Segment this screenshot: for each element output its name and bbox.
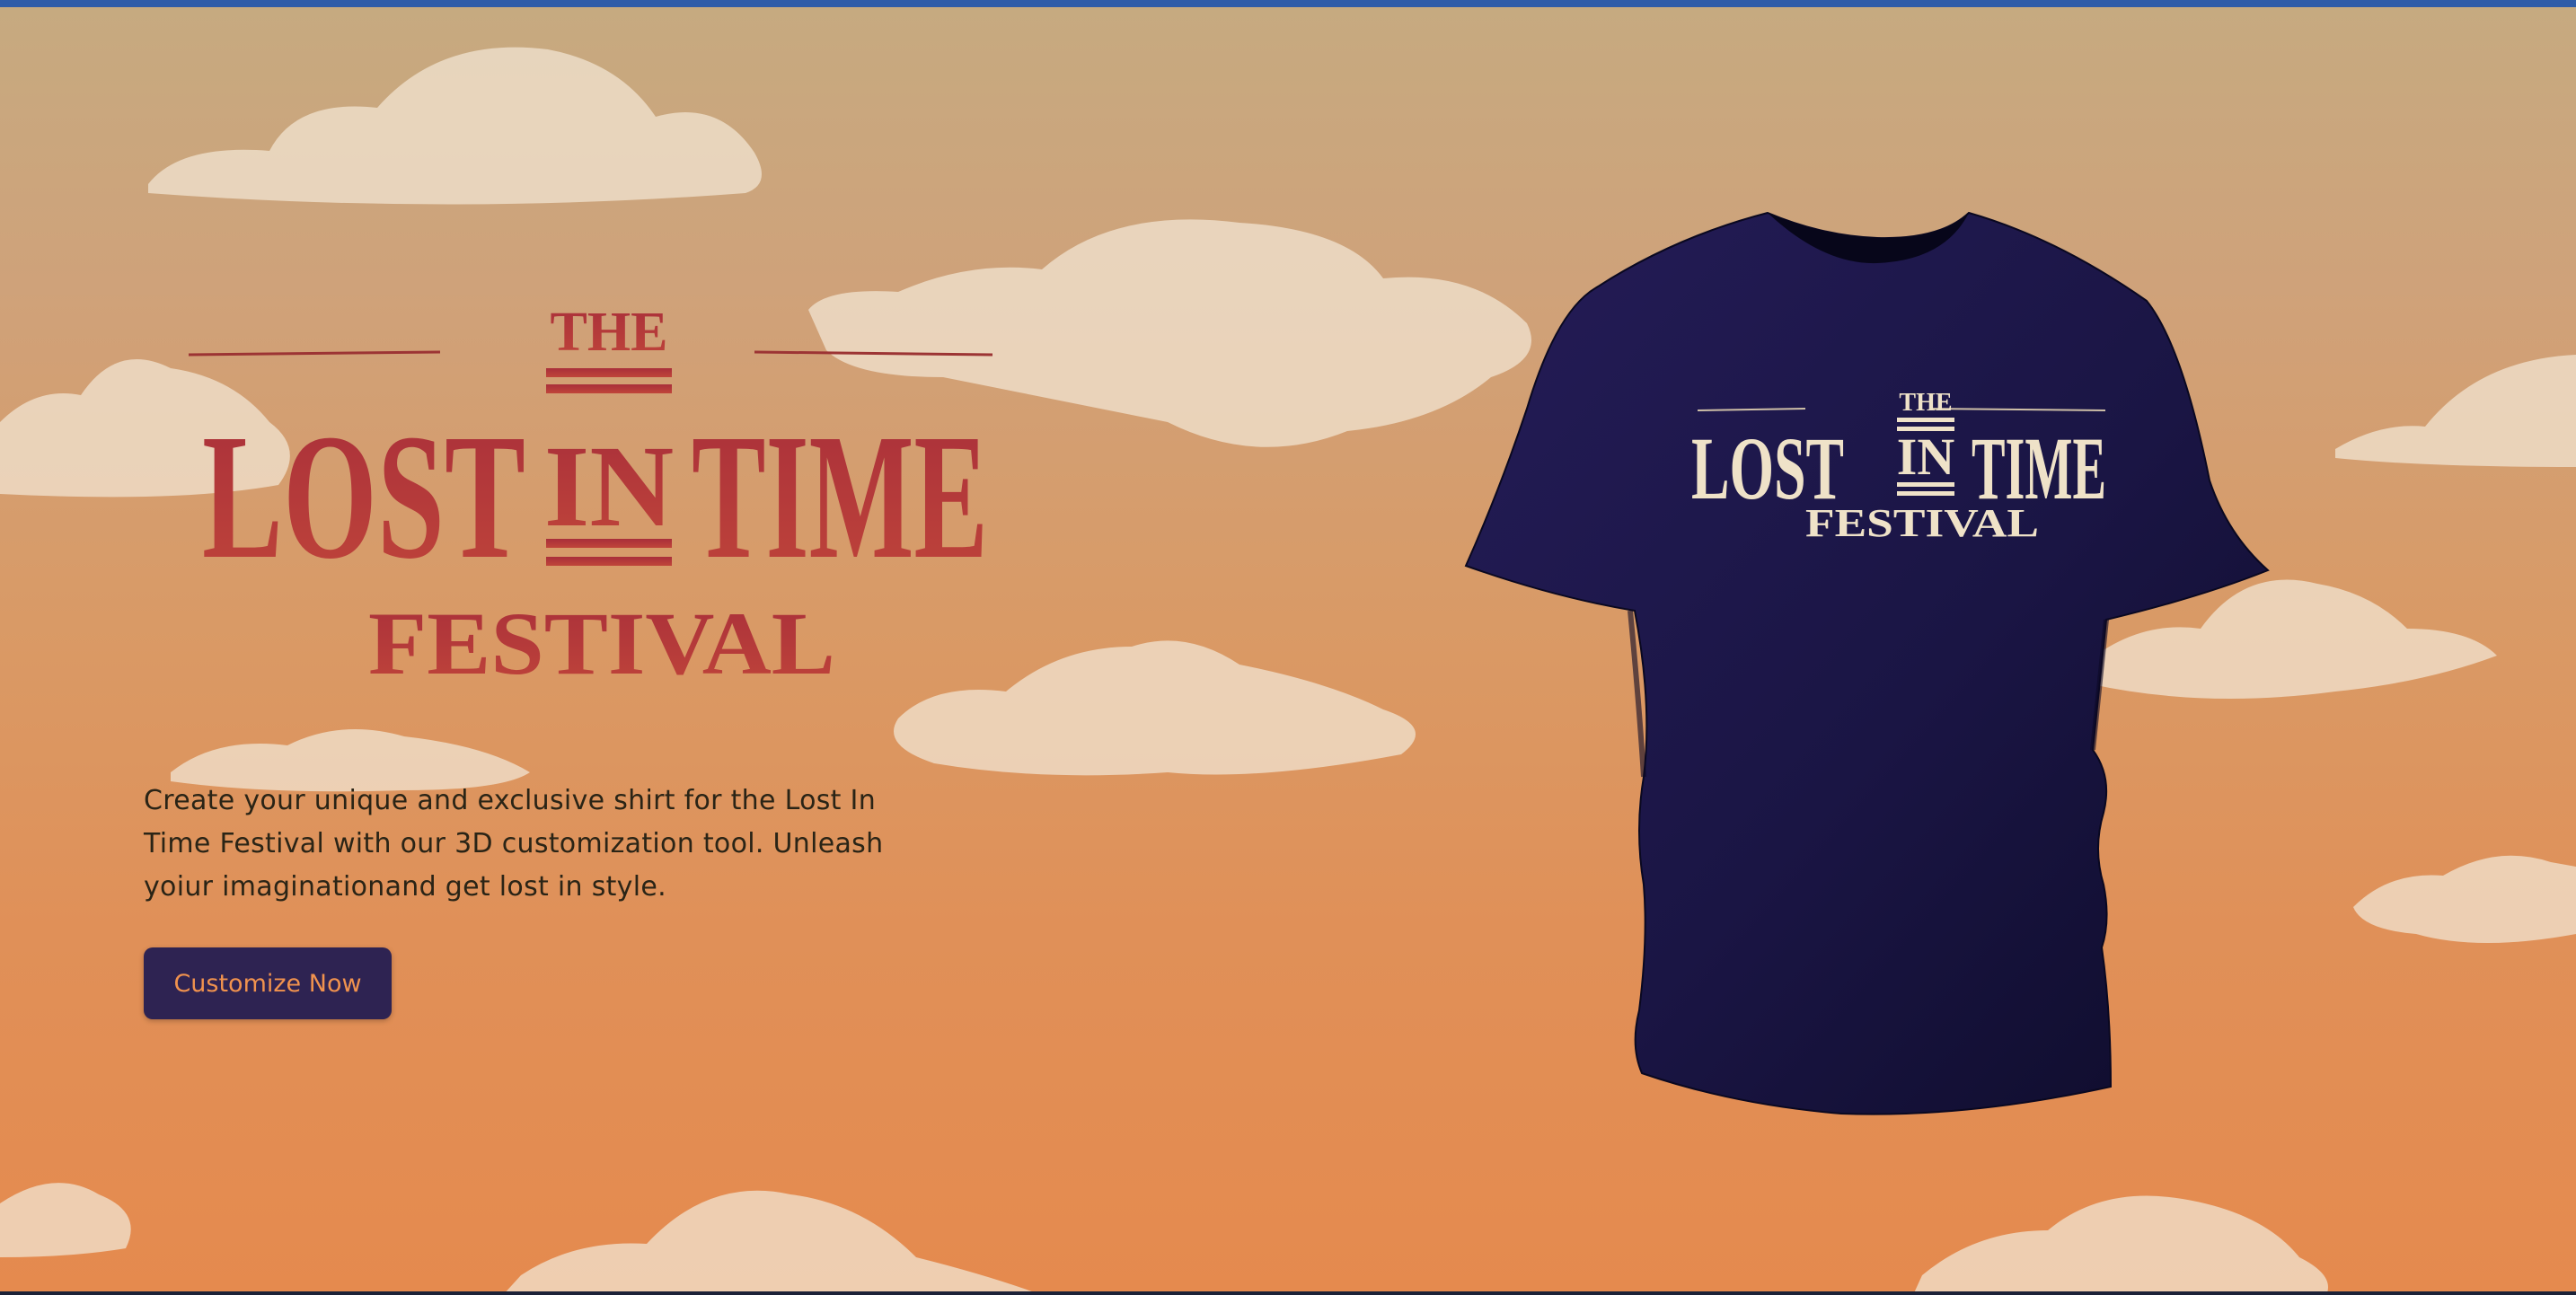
festival-logo: THE LOST IN TIME FESTIVAL [188, 302, 993, 693]
logo-time: TIME [692, 398, 988, 596]
logo-lost: LOST [202, 398, 525, 596]
logo-festival: FESTIVAL [368, 594, 835, 693]
cloud-icon [503, 1190, 1042, 1295]
cloud-icon [2335, 355, 2576, 467]
print-in: IN [1897, 427, 1955, 486]
hero-description: Create your unique and exclusive shirt f… [144, 785, 884, 903]
cloud-icon [148, 47, 762, 205]
cloud-icon [0, 1183, 131, 1257]
bottom-edge [0, 1291, 2576, 1295]
t-shirt-3d-model[interactable]: THE LOST IN TIME FESTIVAL [1464, 202, 2272, 1127]
logo-in: IN [544, 422, 674, 551]
cloud-icon [1913, 1195, 2328, 1295]
customize-now-button[interactable]: Customize Now [144, 947, 392, 1019]
print-the: THE [1899, 389, 1952, 417]
print-festival: FESTIVAL [1805, 501, 2039, 545]
cloud-icon [2353, 855, 2576, 943]
logo-the: THE [551, 302, 668, 363]
